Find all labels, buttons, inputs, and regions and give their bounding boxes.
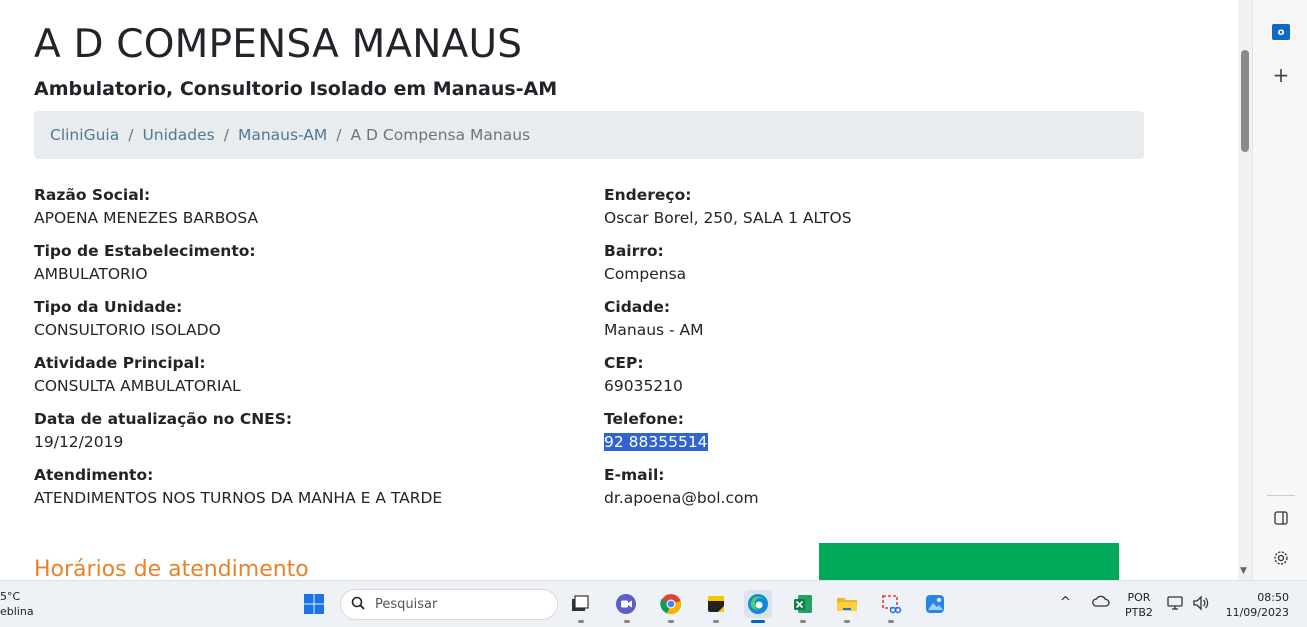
page-title: A D COMPENSA MANAUS (34, 22, 523, 67)
chevron-up-icon[interactable]: ^ (1060, 595, 1071, 610)
info-column-left: Razão Social: APOENA MENEZES BARBOSA Tip… (34, 184, 554, 520)
language-indicator[interactable]: POR PTB2 (1125, 590, 1153, 620)
field-label: Bairro: (604, 242, 664, 260)
field-tipo-estabelecimento: Tipo de Estabelecimento: AMBULATORIO (34, 240, 554, 296)
web-page: A D COMPENSA MANAUS Ambulatorio, Consult… (0, 0, 1238, 580)
field-atendimento: Atendimento: ATENDIMENTOS NOS TURNOS DA … (34, 464, 554, 520)
breadcrumb-link-unidades[interactable]: Unidades (142, 126, 214, 144)
active-indicator (751, 620, 765, 623)
field-label: Tipo da Unidade: (34, 298, 183, 316)
field-value: CONSULTORIO ISOLADO (34, 321, 221, 339)
phone-value-selected[interactable]: 92 88355514 (604, 433, 708, 451)
volume-icon[interactable] (1192, 595, 1210, 615)
field-label: Telefone: (604, 410, 684, 428)
running-indicator (844, 620, 850, 623)
breadcrumb-current: A D Compensa Manaus (350, 126, 531, 144)
field-cidade: Cidade: Manaus - AM (604, 296, 1124, 352)
breadcrumb-link-cliniguia[interactable]: CliniGuia (50, 126, 119, 144)
breadcrumb-link-city[interactable]: Manaus-AM (238, 126, 327, 144)
field-telefone: Telefone: 92 88355514 (604, 408, 1124, 464)
file-explorer-icon[interactable] (833, 590, 861, 618)
scroll-down-arrow-icon[interactable]: ▼ (1240, 566, 1247, 576)
gear-icon[interactable] (1270, 547, 1292, 569)
clock-time: 08:50 (1257, 591, 1289, 604)
field-value: CONSULTA AMBULATORIAL (34, 377, 241, 395)
clock[interactable]: 08:50 11/09/2023 (1225, 590, 1289, 620)
field-label: Razão Social: (34, 186, 151, 204)
field-label: CEP: (604, 354, 644, 372)
field-value: ATENDIMENTOS NOS TURNOS DA MANHA E A TAR… (34, 489, 443, 507)
search-placeholder: Pesquisar (375, 597, 438, 612)
task-view-icon[interactable] (566, 590, 594, 618)
field-endereco: Endereço: Oscar Borel, 250, SALA 1 ALTOS (604, 184, 1124, 240)
field-label: Tipo de Estabelecimento: (34, 242, 256, 260)
field-data-atualizacao: Data de atualização no CNES: 19/12/2019 (34, 408, 554, 464)
scrollbar-thumb[interactable] (1241, 50, 1249, 152)
running-indicator (888, 620, 894, 623)
breadcrumb-separator: / (223, 126, 229, 144)
teams-meet-icon[interactable] (612, 590, 640, 618)
keyboard-layout: PTB2 (1125, 606, 1153, 619)
field-label: Endereço: (604, 186, 692, 204)
network-icon[interactable] (1167, 595, 1185, 615)
outlook-icon[interactable]: o (1270, 21, 1292, 43)
page-scrollbar[interactable]: ▼ (1238, 0, 1252, 580)
field-label: E-mail: (604, 466, 665, 484)
windows-taskbar: 5°C eblina Pesquisar ^ POR PTB2 08:50 11… (0, 580, 1307, 627)
field-value: Oscar Borel, 250, SALA 1 ALTOS (604, 209, 852, 227)
field-atividade-principal: Atividade Principal: CONSULTA AMBULATORI… (34, 352, 554, 408)
field-value: APOENA MENEZES BARBOSA (34, 209, 259, 227)
field-bairro: Bairro: Compensa (604, 240, 1124, 296)
sticky-notes-icon[interactable] (702, 590, 730, 618)
field-cep: CEP: 69035210 (604, 352, 1124, 408)
field-label: Data de atualização no CNES: (34, 410, 293, 428)
running-indicator (578, 620, 584, 623)
field-value: Compensa (604, 265, 687, 283)
breadcrumb: CliniGuia / Unidades / Manaus-AM / A D C… (34, 111, 1144, 159)
chrome-icon[interactable] (657, 590, 685, 618)
field-value: 69035210 (604, 377, 683, 395)
edge-icon[interactable] (744, 590, 772, 618)
info-column-right: Endereço: Oscar Borel, 250, SALA 1 ALTOS… (604, 184, 1124, 520)
weather-desc: eblina (0, 605, 34, 618)
outlook-logo: o (1272, 24, 1290, 40)
field-razao-social: Razão Social: APOENA MENEZES BARBOSA (34, 184, 554, 240)
field-value: 19/12/2019 (34, 433, 124, 451)
sidebar-divider (1267, 495, 1295, 496)
running-indicator (800, 620, 806, 623)
split-screen-icon[interactable] (1270, 507, 1292, 529)
field-label: Cidade: (604, 298, 671, 316)
language-code: POR (1127, 591, 1151, 604)
snipping-tool-icon[interactable] (877, 590, 905, 618)
breadcrumb-separator: / (336, 126, 342, 144)
field-tipo-unidade: Tipo da Unidade: CONSULTORIO ISOLADO (34, 296, 554, 352)
search-icon (351, 596, 365, 614)
field-email: E-mail: dr.apoena@bol.com (604, 464, 1124, 520)
windows-start-icon[interactable] (300, 590, 328, 618)
field-value: AMBULATORIO (34, 265, 148, 283)
page-subtitle: Ambulatorio, Consultorio Isolado em Mana… (34, 78, 558, 100)
ad-banner[interactable] (819, 543, 1119, 580)
photos-icon[interactable] (921, 590, 949, 618)
section-title-horarios: Horários de atendimento (34, 557, 309, 580)
field-label: Atividade Principal: (34, 354, 206, 372)
running-indicator (713, 620, 719, 623)
running-indicator (624, 620, 630, 623)
weather-temp: 5°C (0, 590, 21, 603)
clock-date: 11/09/2023 (1225, 606, 1289, 619)
taskbar-search-box[interactable]: Pesquisar (340, 589, 558, 620)
breadcrumb-separator: / (128, 126, 134, 144)
excel-icon[interactable] (789, 590, 817, 618)
edge-sidebar: o + (1252, 0, 1307, 580)
field-label: Atendimento: (34, 466, 154, 484)
weather-widget[interactable]: 5°C eblina (0, 589, 34, 619)
onedrive-cloud-icon[interactable] (1092, 594, 1110, 612)
field-value: Manaus - AM (604, 321, 704, 339)
running-indicator (668, 620, 674, 623)
plus-icon[interactable]: + (1270, 63, 1292, 87)
field-value[interactable]: dr.apoena@bol.com (604, 486, 1124, 510)
